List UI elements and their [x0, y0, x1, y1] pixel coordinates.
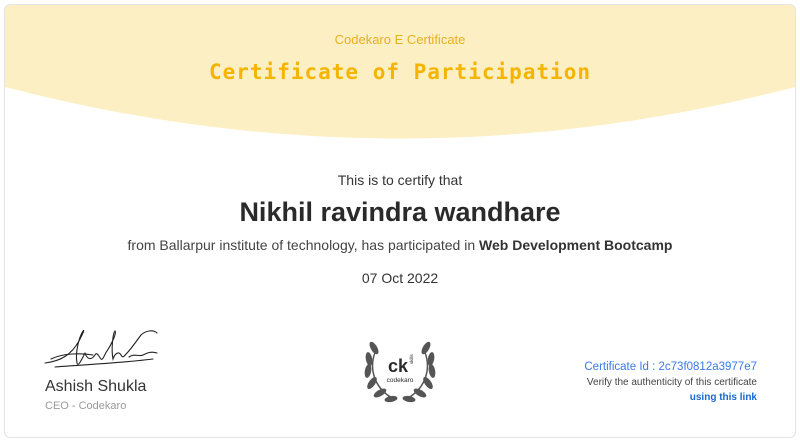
- participation-line: from Ballarpur institute of technology, …: [5, 237, 795, 253]
- program-name: Web Development Bootcamp: [479, 237, 673, 253]
- institution-text: from Ballarpur institute of technology, …: [127, 237, 480, 253]
- certificate-card: Codekaro E Certificate Certificate of Pa…: [4, 4, 796, 438]
- brand-line: Codekaro E Certificate: [334, 32, 466, 47]
- logo-text-sub: codekaro: [387, 377, 414, 384]
- verify-text: Verify the authenticity of this certific…: [586, 377, 757, 388]
- certificate-id: Certificate Id : 2c73f0812a3977e7: [584, 361, 757, 373]
- issue-date: 07 Oct 2022: [361, 270, 439, 286]
- signature-icon: [41, 323, 161, 373]
- recipient-name: Nikhil ravindra wandhare: [239, 197, 561, 227]
- certify-text: This is to certify that: [337, 172, 463, 188]
- signatory-name: Ashish Shukla: [45, 378, 147, 395]
- signatory-role: CEO - Codekaro: [45, 400, 127, 412]
- logo-text-main: ck: [388, 356, 409, 376]
- certificate-title: Certificate of Participation: [208, 60, 591, 84]
- header-banner: [5, 5, 795, 165]
- verify-link[interactable]: using this link: [690, 392, 757, 403]
- laurel-wreath-logo-icon: ck codekaro skills: [360, 328, 440, 408]
- logo-text-side: skills: [409, 354, 414, 364]
